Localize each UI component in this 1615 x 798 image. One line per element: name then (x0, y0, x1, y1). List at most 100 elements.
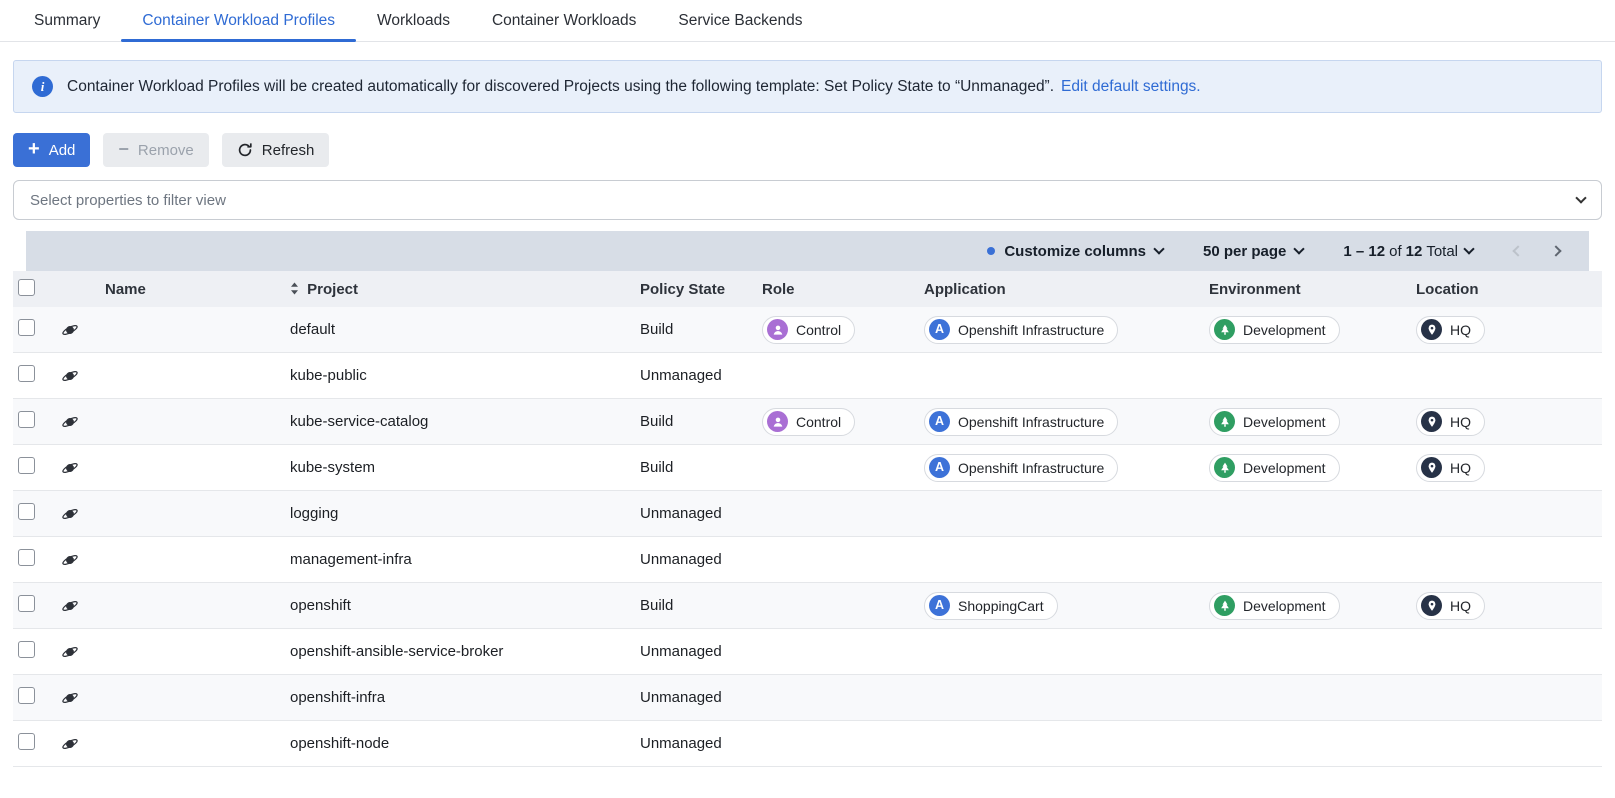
row-checkbox[interactable] (18, 595, 35, 612)
filter-input[interactable] (30, 192, 1568, 209)
column-header-project[interactable]: Project (290, 281, 640, 298)
add-button[interactable]: + Add (13, 133, 90, 167)
row-checkbox[interactable] (18, 503, 35, 520)
tab-service-backends[interactable]: Service Backends (657, 0, 823, 41)
column-header-application[interactable]: Application (924, 281, 1209, 298)
table-row[interactable]: default Build Control A Openshift Infras… (13, 307, 1602, 353)
environment-badge[interactable]: Development (1209, 592, 1340, 620)
table-row[interactable]: openshift-ansible-service-broker Unmanag… (13, 629, 1602, 675)
cell-policy-state: Unmanaged (640, 551, 762, 568)
row-checkbox[interactable] (18, 549, 35, 566)
user-badge-icon (767, 411, 788, 432)
cell-project: kube-public (290, 367, 640, 384)
tree-icon (1214, 319, 1235, 340)
application-a-icon: A (929, 595, 950, 616)
row-checkbox[interactable] (18, 733, 35, 750)
role-badge[interactable]: Control (762, 408, 855, 436)
cell-role: Control (762, 408, 924, 436)
cell-policy-state: Unmanaged (640, 689, 762, 706)
cell-application: A Openshift Infrastructure (924, 316, 1209, 344)
row-checkbox[interactable] (18, 687, 35, 704)
table-row[interactable]: kube-public Unmanaged (13, 353, 1602, 399)
remove-button-label: Remove (138, 142, 194, 159)
remove-button[interactable]: − Remove (103, 133, 208, 167)
row-checkbox[interactable] (18, 319, 35, 336)
application-a-icon: A (929, 411, 950, 432)
refresh-button[interactable]: Refresh (222, 133, 330, 167)
column-header-location[interactable]: Location (1416, 281, 1602, 298)
cell-policy-state: Build (640, 459, 762, 476)
cell-policy-state: Build (640, 413, 762, 430)
cell-policy-state: Unmanaged (640, 505, 762, 522)
cell-project: openshift-ansible-service-broker (290, 643, 640, 660)
chevron-down-icon[interactable] (1575, 192, 1586, 203)
table-row[interactable]: openshift Build A ShoppingCart De (13, 583, 1602, 629)
container-profile-icon (61, 551, 105, 569)
location-badge[interactable]: HQ (1416, 592, 1485, 620)
tab-summary[interactable]: Summary (13, 0, 121, 41)
container-profile-icon (61, 643, 105, 661)
cell-project: openshift-node (290, 735, 640, 752)
application-badge[interactable]: A Openshift Infrastructure (924, 316, 1118, 344)
customize-columns-button[interactable]: Customize columns (987, 243, 1163, 260)
table-row[interactable]: openshift-infra Unmanaged (13, 675, 1602, 721)
per-page-select[interactable]: 50 per page (1203, 243, 1303, 260)
cell-environment: Development (1209, 408, 1416, 436)
row-checkbox[interactable] (18, 641, 35, 658)
tab-bar: Summary Container Workload Profiles Work… (0, 0, 1615, 42)
location-pin-icon (1421, 411, 1442, 432)
row-checkbox[interactable] (18, 457, 35, 474)
cell-policy-state: Unmanaged (640, 735, 762, 752)
tree-icon (1214, 457, 1235, 478)
environment-badge[interactable]: Development (1209, 316, 1340, 344)
cell-policy-state: Build (640, 597, 762, 614)
cell-project: kube-system (290, 459, 640, 476)
column-header-policy-state[interactable]: Policy State (640, 281, 762, 298)
column-header-environment[interactable]: Environment (1209, 281, 1416, 298)
container-profile-icon (61, 597, 105, 615)
location-badge[interactable]: HQ (1416, 408, 1485, 436)
location-badge[interactable]: HQ (1416, 316, 1485, 344)
container-profile-icon (61, 321, 105, 339)
cell-project: openshift (290, 597, 640, 614)
filter-bar[interactable] (13, 180, 1602, 220)
tree-icon (1214, 595, 1235, 616)
table-row[interactable]: logging Unmanaged (13, 491, 1602, 537)
pagination-info[interactable]: 1 – 12 of 12 Total (1343, 243, 1477, 260)
tab-container-workload-profiles[interactable]: Container Workload Profiles (121, 0, 356, 41)
application-badge[interactable]: A Openshift Infrastructure (924, 454, 1118, 482)
row-checkbox[interactable] (18, 411, 35, 428)
edit-default-settings-link[interactable]: Edit default settings. (1061, 78, 1201, 96)
cell-environment: Development (1209, 316, 1416, 344)
prev-page-button[interactable] (1507, 240, 1529, 262)
active-dot-icon (987, 247, 995, 255)
cell-policy-state: Unmanaged (640, 367, 762, 384)
table-row[interactable]: kube-system Build A Openshift Infrastruc… (13, 445, 1602, 491)
info-icon: i (32, 76, 53, 97)
environment-badge[interactable]: Development (1209, 408, 1340, 436)
column-header-role[interactable]: Role (762, 281, 924, 298)
container-profile-icon (61, 367, 105, 385)
application-badge[interactable]: A ShoppingCart (924, 592, 1058, 620)
environment-badge[interactable]: Development (1209, 454, 1340, 482)
column-header-name[interactable]: Name (105, 281, 290, 298)
role-badge[interactable]: Control (762, 316, 855, 344)
table-row[interactable]: kube-service-catalog Build Control A Ope… (13, 399, 1602, 445)
select-all-checkbox[interactable] (18, 279, 35, 296)
minus-icon: − (118, 140, 129, 158)
cell-location: HQ (1416, 592, 1602, 620)
table-row[interactable]: openshift-node Unmanaged (13, 721, 1602, 767)
application-badge[interactable]: A Openshift Infrastructure (924, 408, 1118, 436)
table-section: Customize columns 50 per page 1 – 12 of … (13, 231, 1602, 767)
container-profile-icon (61, 459, 105, 477)
tab-container-workloads[interactable]: Container Workloads (471, 0, 657, 41)
info-banner: i Container Workload Profiles will be cr… (13, 60, 1602, 113)
location-badge[interactable]: HQ (1416, 454, 1485, 482)
action-buttons: + Add − Remove Refresh (13, 133, 1602, 167)
tab-workloads[interactable]: Workloads (356, 0, 471, 41)
next-page-button[interactable] (1545, 240, 1567, 262)
row-checkbox[interactable] (18, 365, 35, 382)
cell-policy-state: Unmanaged (640, 643, 762, 660)
table-row[interactable]: management-infra Unmanaged (13, 537, 1602, 583)
chevron-down-icon (1153, 243, 1164, 254)
